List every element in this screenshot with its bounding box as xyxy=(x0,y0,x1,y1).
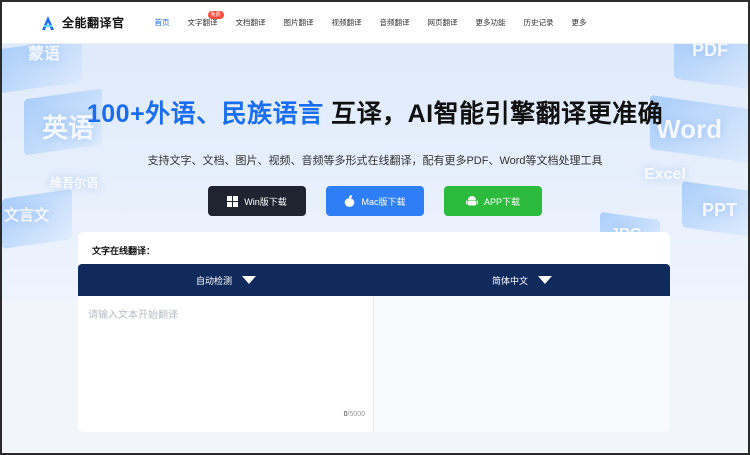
char-count-max: /5000 xyxy=(347,411,365,418)
nav-history[interactable]: 历史记录 xyxy=(524,2,554,44)
chevron-down-icon xyxy=(242,276,256,284)
source-language-label: 自动检测 xyxy=(195,275,232,286)
nav-more-label: 更多 xyxy=(571,18,587,27)
windows-icon xyxy=(227,195,239,207)
top-header: 全能翻译官 首页 文字翻译 免费 文档翻译 图片翻译 视频翻译 音频翻译 网页翻译… xyxy=(2,2,748,44)
char-counter: 0/5000 xyxy=(344,411,365,418)
nav-more-features[interactable]: 更多功能 xyxy=(476,2,506,44)
nav-home-label: 首页 xyxy=(154,18,170,27)
nav-image-translate-label: 图片翻译 xyxy=(283,18,314,27)
win-download-label: Win版下载 xyxy=(244,196,287,207)
logo-icon xyxy=(42,15,54,30)
translation-io: 0/5000 xyxy=(78,296,670,432)
nav-history-label: 历史记录 xyxy=(523,18,554,27)
win-download-button[interactable]: Win版下载 xyxy=(208,186,306,216)
brand-logo[interactable]: 全能翻译官 xyxy=(40,14,125,31)
main-nav: 首页 文字翻译 免费 文档翻译 图片翻译 视频翻译 音频翻译 网页翻译 更多功能 … xyxy=(155,2,605,44)
hero-title-highlight: 100+外语、民族语言 xyxy=(86,100,324,128)
apple-icon xyxy=(345,195,355,207)
deco-word-mongolian: 蒙语 xyxy=(28,46,61,63)
free-badge: 免费 xyxy=(207,10,224,19)
source-text-area: 0/5000 xyxy=(78,296,374,432)
nav-home[interactable]: 首页 xyxy=(155,2,170,44)
nav-web-translate-label: 网页翻译 xyxy=(427,18,458,27)
hero-title-rest: 互译，AI智能引擎翻译更准确 xyxy=(323,100,664,128)
nav-audio-translate[interactable]: 音频翻译 xyxy=(380,2,410,44)
brand-name: 全能翻译官 xyxy=(62,16,125,30)
app-download-label: APP下载 xyxy=(483,196,520,207)
deco-word-pdf: PDF xyxy=(692,44,728,60)
hero-subtitle: 支持文字、文档、图片、视频、音频等多形式在线翻译，配有更多PDF、Word等文档… xyxy=(147,155,603,167)
nav-doc-translate-label: 文档翻译 xyxy=(235,18,266,27)
app-download-button[interactable]: APP下载 xyxy=(444,186,542,216)
source-language-select[interactable]: 自动检测 xyxy=(78,264,374,296)
target-language-label: 简体中文 xyxy=(491,275,528,286)
nav-doc-translate[interactable]: 文档翻译 xyxy=(236,2,266,44)
nav-video-translate-label: 视频翻译 xyxy=(331,18,362,27)
mac-download-label: Mac版下载 xyxy=(361,196,406,207)
nav-more-features-label: 更多功能 xyxy=(475,18,506,27)
mac-download-button[interactable]: Mac版下载 xyxy=(326,186,424,216)
target-language-select[interactable]: 简体中文 xyxy=(374,264,670,296)
translation-output-area xyxy=(374,296,670,432)
nav-text-translate[interactable]: 文字翻译 免费 xyxy=(187,2,224,44)
chevron-down-icon xyxy=(538,276,552,284)
hero-title: 100+外语、民族语言 互译，AI智能引擎翻译更准确 xyxy=(2,94,748,130)
nav-text-translate-label: 文字翻译 xyxy=(187,18,218,27)
nav-audio-translate-label: 音频翻译 xyxy=(379,18,410,27)
nav-web-translate[interactable]: 网页翻译 xyxy=(428,2,458,44)
source-text-input[interactable] xyxy=(78,296,373,432)
deco-word-excel: Excel xyxy=(644,166,686,183)
nav-image-translate[interactable]: 图片翻译 xyxy=(284,2,314,44)
android-icon xyxy=(465,196,478,206)
nav-video-translate[interactable]: 视频翻译 xyxy=(332,2,362,44)
language-bar: 自动检测 简体中文 xyxy=(78,264,670,296)
download-buttons: Win版下载 Mac版下载 APP下载 xyxy=(2,186,748,216)
nav-more[interactable]: 更多 xyxy=(572,2,587,44)
translator-section-title: 文字在线翻译： xyxy=(78,232,670,265)
